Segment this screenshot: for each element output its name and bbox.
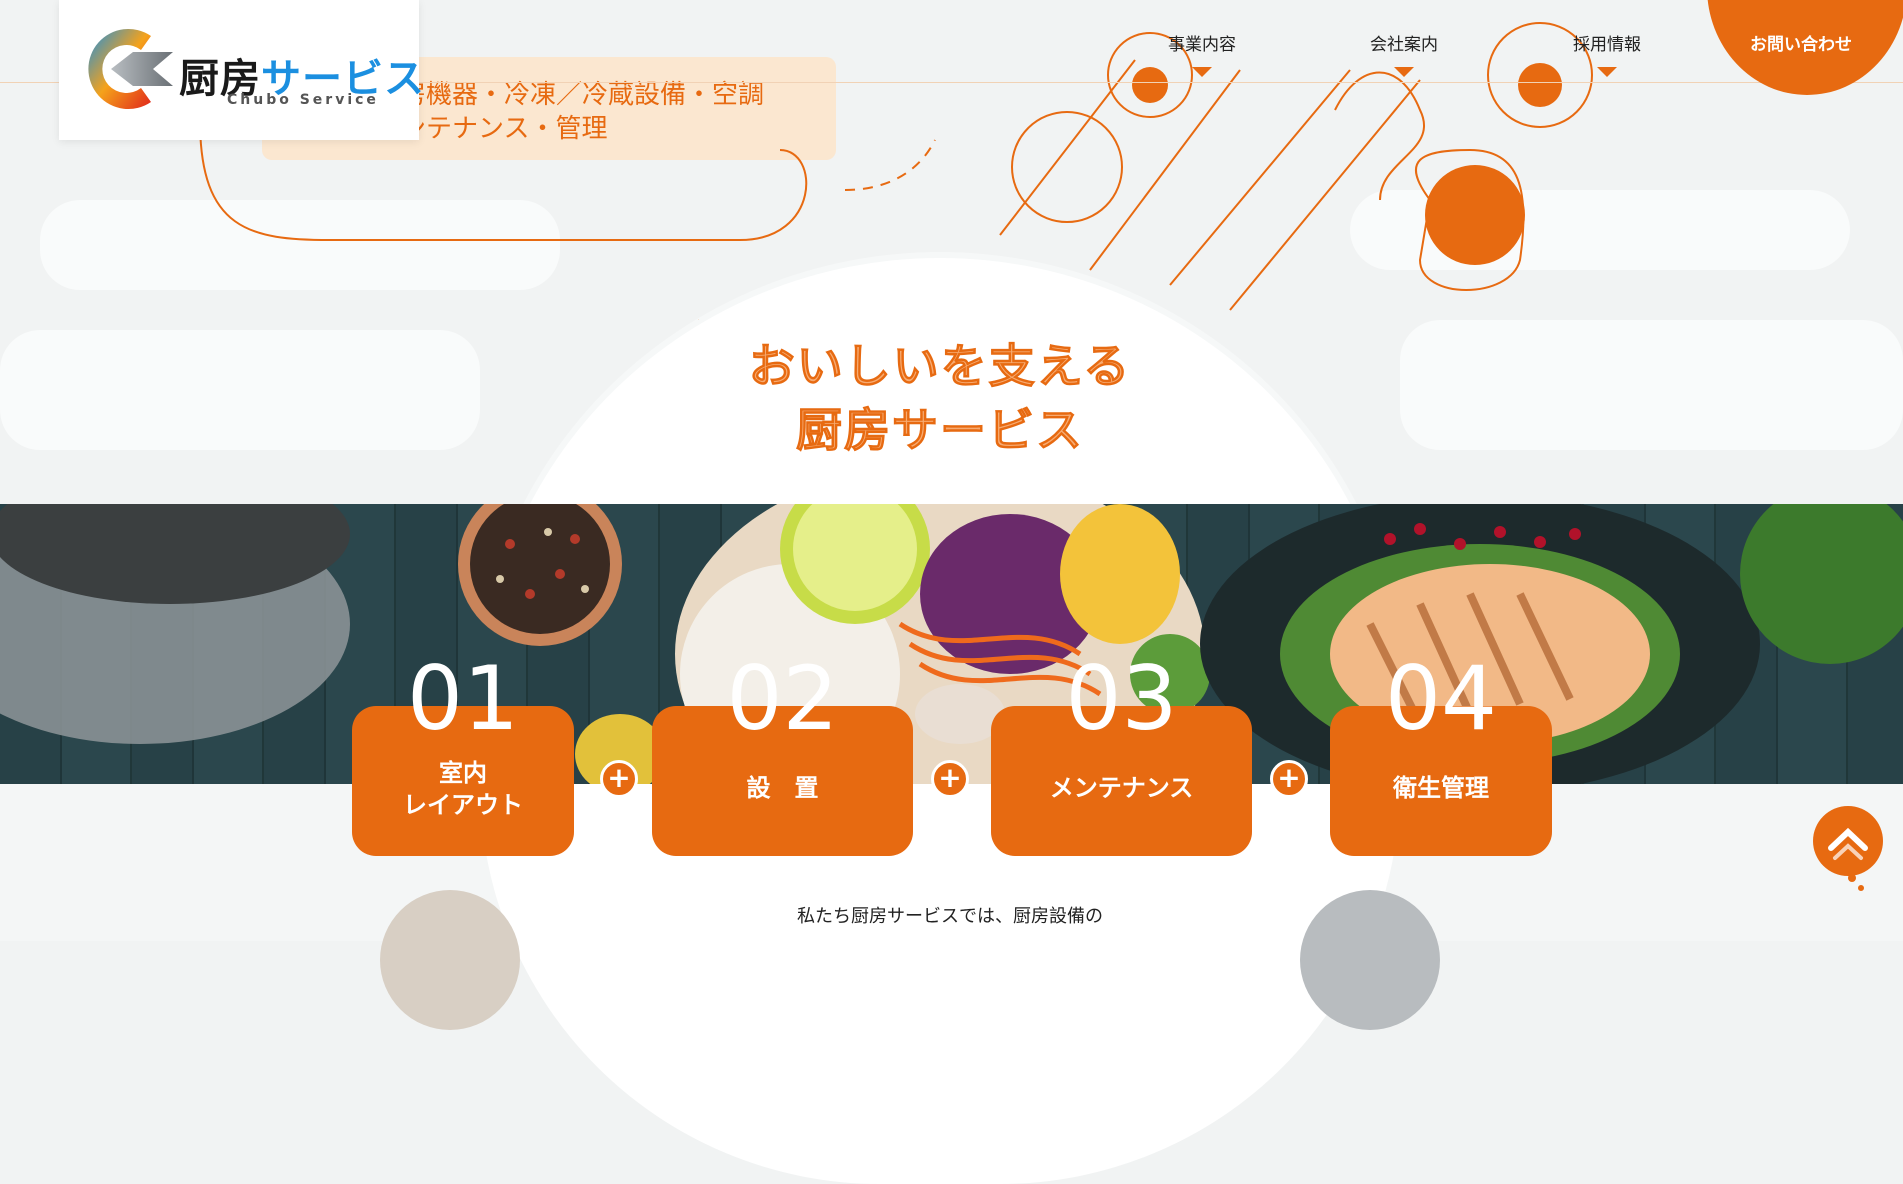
logo-mark-icon (88, 28, 173, 109)
step-label-line-1: 室内 (439, 759, 487, 787)
logo-subtitle: Chubo Service (227, 92, 379, 108)
nav-item-business[interactable]: 事業内容 (1168, 30, 1236, 55)
back-to-top-tail (1848, 874, 1864, 891)
kitchen-photo-right (1300, 890, 1440, 1030)
background-texture (0, 330, 480, 450)
step-number-01: 01 (407, 647, 519, 750)
chevron-down-icon (1394, 67, 1414, 77)
food-photo-band (0, 504, 1903, 784)
step-label-maintenance: メンテナンス (1049, 774, 1194, 802)
background-texture (1400, 320, 1903, 450)
chevron-up-icon (1828, 827, 1868, 860)
site-logo[interactable]: 厨房サービス Chubo Service (59, 0, 424, 140)
plus-icon: + (600, 760, 638, 798)
step-number-04: 04 (1385, 647, 1497, 750)
tagline-line-1: 房機器・冷凍／冷蔵設備・空調 (400, 80, 765, 110)
step-number-03: 03 (1065, 647, 1178, 750)
intro-text: 私たち厨房サービスでは、厨房設備の (797, 906, 1103, 927)
back-to-top-button[interactable] (1813, 806, 1883, 876)
hero-title-line-2: 厨房サービス (796, 403, 1084, 458)
tagline-line-2: ンテナンス・管理 (400, 114, 608, 144)
step-number-02: 02 (726, 647, 839, 750)
step-label-hygiene: 衛生管理 (1393, 774, 1489, 802)
plus-icon: + (931, 760, 969, 798)
nav-item-company[interactable]: 会社案内 (1370, 30, 1438, 55)
plus-icon: + (1270, 760, 1308, 798)
kitchen-photo-left (380, 890, 520, 1030)
contact-button-label[interactable]: お問い合わせ (1750, 30, 1852, 55)
step-label-installation: 設 置 (746, 774, 819, 802)
step-label-layout: 室内 レイアウト (352, 757, 574, 821)
hero-title-line-1: おいしいを支える (748, 339, 1132, 394)
food-photo (0, 504, 1903, 784)
chevron-down-icon (1192, 67, 1212, 77)
step-label-line-2: レイアウト (403, 791, 523, 819)
lower-circle (480, 784, 1400, 1184)
chevron-down-icon (1597, 67, 1617, 77)
hero-title: おいしいを支える 厨房サービス (700, 334, 1180, 462)
nav-item-recruit[interactable]: 採用情報 (1573, 30, 1641, 55)
